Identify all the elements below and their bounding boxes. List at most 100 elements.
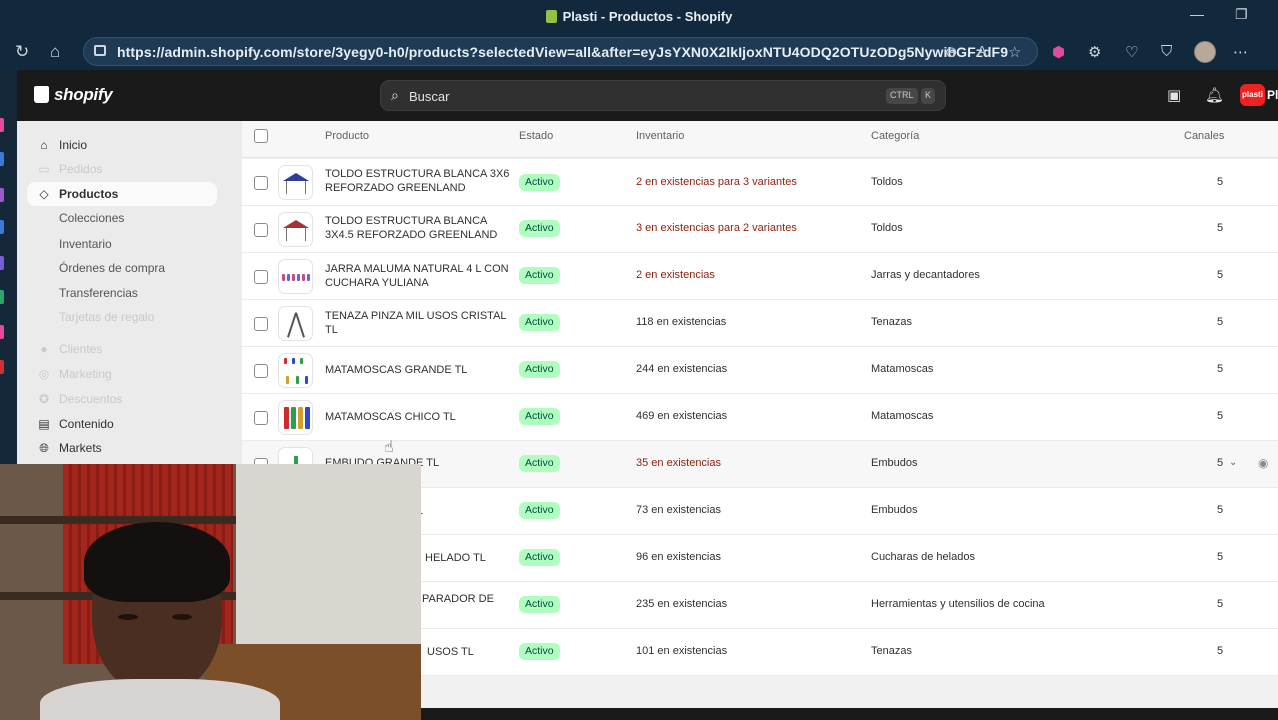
category-text: Matamoscas: [871, 363, 934, 375]
product-name-link[interactable]: MATAMOSCAS GRANDE TL: [325, 363, 515, 377]
row-checkbox[interactable]: [254, 176, 268, 190]
category-text: Tenazas: [871, 645, 912, 657]
sidebar-item-label: Inventario: [59, 237, 112, 251]
sidebar-item-pedidos[interactable]: ▭ Pedidos: [27, 157, 217, 181]
zoom-icon[interactable]: ⊖: [945, 43, 958, 61]
chevron-down-icon[interactable]: ⌄: [1229, 457, 1237, 468]
sidebar-item-label: Marketing: [59, 367, 112, 381]
mouse-cursor-icon: ☝: [384, 439, 394, 456]
sidebar-item-inventario[interactable]: Inventario: [27, 232, 217, 256]
globe-icon: 🌐︎: [39, 441, 49, 455]
product-name-link[interactable]: PARADOR DE: [422, 592, 612, 606]
header-inventory[interactable]: Inventario: [636, 130, 684, 142]
sidebar-item-descuentos[interactable]: ✪ Descuentos: [27, 387, 217, 411]
browser-essentials-icon[interactable]: ⛉: [1161, 43, 1172, 60]
select-all-checkbox[interactable]: [254, 129, 268, 143]
sidebar-item-marketing[interactable]: ◎ Marketing: [27, 362, 217, 386]
minimize-icon[interactable]: —: [1190, 6, 1204, 22]
address-bar[interactable]: https://admin.shopify.com/store/3yegy0-h…: [83, 37, 1038, 66]
status-badge: Activo: [519, 549, 560, 566]
header-channels[interactable]: Canales: [1184, 130, 1224, 142]
discount-icon: ✪: [38, 392, 50, 406]
product-thumbnail[interactable]: [278, 165, 313, 200]
table-row[interactable]: TOLDO ESTRUCTURA BLANCA 3X4.5 REFORZADO …: [242, 206, 1278, 253]
inbox-icon: ▭: [38, 162, 50, 176]
row-checkbox[interactable]: [254, 223, 268, 237]
channels-count: 5: [1217, 222, 1224, 234]
sidebar-item-colecciones[interactable]: Colecciones: [27, 206, 217, 230]
sidebar-item-clientes[interactable]: ● Clientes: [27, 337, 217, 361]
table-row[interactable]: MATAMOSCAS GRANDE TL Activo 244 en exist…: [242, 347, 1278, 394]
notification-bell-icon[interactable]: 🔔︎: [1205, 86, 1224, 104]
inventory-text: 2 en existencias para 3 variantes: [636, 176, 797, 188]
refresh-icon[interactable]: ↻: [15, 42, 29, 62]
shortcut-k: K: [921, 88, 936, 104]
sidebar-item-transferencias[interactable]: Transferencias: [27, 281, 217, 305]
status-badge: Activo: [519, 174, 560, 191]
store-name[interactable]: Pl: [1267, 88, 1278, 102]
row-checkbox[interactable]: [254, 364, 268, 378]
category-text: Cucharas de helados: [871, 551, 975, 563]
sidebar-item-productos[interactable]: ◇ Productos: [27, 182, 217, 206]
home-browser-icon[interactable]: ⌂: [50, 42, 60, 62]
extension-shield-icon[interactable]: ⬢: [1052, 43, 1065, 61]
product-thumbnail[interactable]: [278, 306, 313, 341]
row-checkbox[interactable]: [254, 411, 268, 425]
header-product[interactable]: Producto: [325, 130, 369, 142]
product-thumbnail[interactable]: [278, 353, 313, 388]
product-name-link[interactable]: TOLDO ESTRUCTURA BLANCA 3X4.5 REFORZADO …: [325, 214, 515, 242]
channels-count: 5: [1217, 598, 1224, 610]
inventory-text: 118 en existencias: [636, 316, 727, 328]
row-checkbox[interactable]: [254, 270, 268, 284]
status-badge: Activo: [519, 361, 560, 378]
row-checkbox[interactable]: [254, 317, 268, 331]
sidebar-item-label: Contenido: [59, 417, 114, 431]
inventory-text: 35 en existencias: [636, 457, 721, 469]
favorite-star-icon[interactable]: ☆: [1008, 43, 1021, 61]
sidebar-item-inicio[interactable]: ⌂ Inicio: [27, 133, 217, 157]
webcam-person-eye: [172, 614, 192, 620]
product-thumbnail[interactable]: [278, 259, 313, 294]
inventory-text: 101 en existencias: [636, 645, 728, 657]
health-icon[interactable]: ♡: [1125, 43, 1138, 61]
shopify-favicon-icon: [545, 10, 557, 23]
profile-avatar[interactable]: [1194, 41, 1216, 63]
product-thumbnail[interactable]: [278, 400, 313, 435]
channels-count: 5: [1217, 504, 1224, 516]
eye-icon[interactable]: ◉: [1258, 456, 1268, 470]
webcam-person-eye: [118, 614, 138, 620]
sidebar-item-label: Productos: [59, 187, 119, 201]
inventory-text: 73 en existencias: [636, 504, 721, 516]
header-category[interactable]: Categoría: [871, 130, 919, 142]
table-row[interactable]: MATAMOSCAS CHICO TL Activo 469 en existe…: [242, 394, 1278, 441]
header-status[interactable]: Estado: [519, 130, 553, 142]
status-badge: Activo: [519, 220, 560, 237]
status-badge: Activo: [519, 596, 560, 613]
table-row[interactable]: TOLDO ESTRUCTURA BLANCA 3X6 REFORZADO GR…: [242, 159, 1278, 206]
inventory-text: 235 en existencias: [636, 598, 728, 610]
logo-text: shopify: [54, 85, 113, 104]
product-name-link[interactable]: TENAZA PINZA MIL USOS CRISTAL TL: [325, 309, 515, 337]
sidebar-item-markets[interactable]: 🌐︎ Markets: [27, 436, 217, 460]
product-name-link[interactable]: TOLDO ESTRUCTURA BLANCA 3X6 REFORZADO GR…: [325, 167, 515, 195]
store-avatar[interactable]: plasti: [1240, 84, 1265, 106]
browser-titlebar: Plasti - Productos - Shopify — ❐: [0, 0, 1278, 34]
store-icon[interactable]: ▣: [1167, 86, 1181, 104]
sidebar-item-ordenes-de-compra[interactable]: Órdenes de compra: [27, 256, 217, 280]
shopify-logo[interactable]: shopify: [34, 85, 113, 105]
search-input[interactable]: ⌕ Buscar CTRL K: [380, 80, 946, 111]
more-menu-icon[interactable]: ⋯: [1233, 43, 1248, 61]
table-row[interactable]: TENAZA PINZA MIL USOS CRISTAL TL Activo …: [242, 300, 1278, 347]
maximize-icon[interactable]: ❐: [1235, 6, 1248, 23]
product-thumbnail[interactable]: [278, 212, 313, 247]
sidebar-item-contenido[interactable]: ▤ Contenido: [27, 412, 217, 436]
read-aloud-icon[interactable]: A: [977, 43, 987, 60]
product-name-link[interactable]: JARRA MALUMA NATURAL 4 L CON CUCHARA YUL…: [325, 262, 515, 290]
extension-puzzle-icon[interactable]: ⚙: [1088, 43, 1101, 61]
sidebar-item-tarjetas-de-regalo[interactable]: Tarjetas de regalo: [27, 305, 217, 329]
product-name-link[interactable]: TL: [410, 504, 600, 518]
url-text[interactable]: https://admin.shopify.com/store/3yegy0-h…: [117, 44, 1008, 60]
table-row[interactable]: JARRA MALUMA NATURAL 4 L CON CUCHARA YUL…: [242, 253, 1278, 300]
shopify-bag-icon: [34, 86, 49, 103]
product-name-link[interactable]: MATAMOSCAS CHICO TL: [325, 410, 515, 424]
